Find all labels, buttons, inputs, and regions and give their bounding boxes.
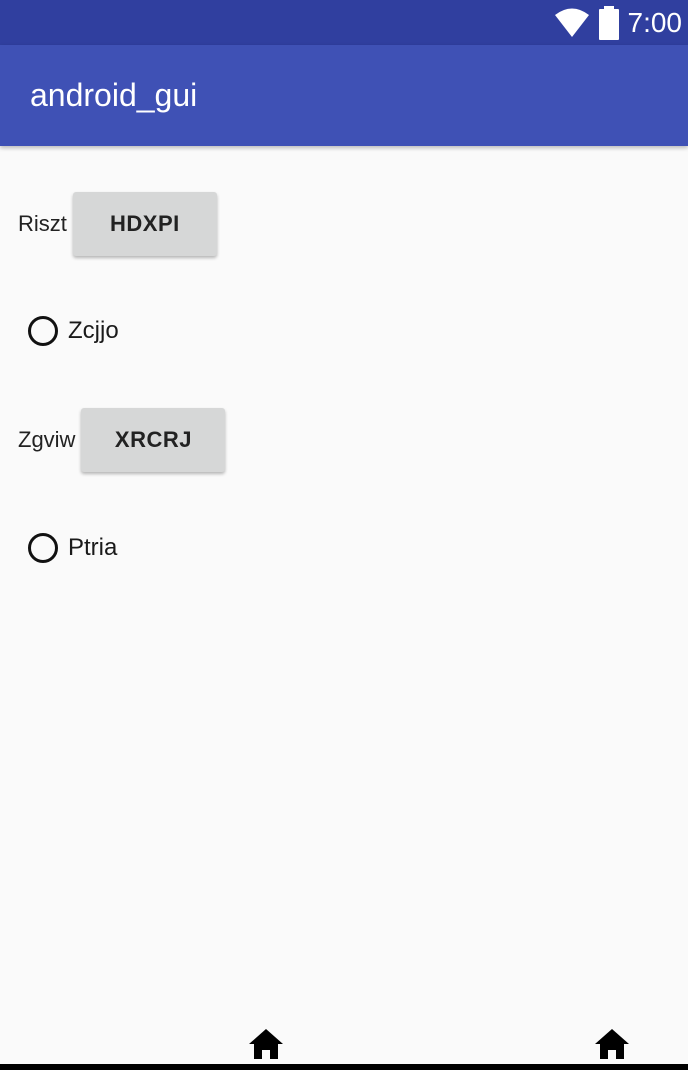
home-icon[interactable] (594, 1028, 630, 1060)
row-2-label: Zgviw (18, 427, 76, 452)
row-1: Riszt HDXPI (18, 192, 217, 256)
battery-icon (598, 5, 619, 40)
nav-bar (0, 1064, 688, 1070)
radio-label: Zcjjo (68, 317, 119, 344)
radio-circle[interactable] (28, 533, 58, 563)
radio-circle[interactable] (28, 316, 58, 346)
row-2: Zgviw XRCRJ (18, 408, 226, 472)
radio-label: Ptria (68, 534, 118, 561)
radio-zcjjo[interactable]: Zcjjo (28, 316, 119, 346)
wifi-icon (554, 8, 589, 37)
status-time: 7:00 (627, 7, 683, 38)
hdxpi-button[interactable]: HDXPI (72, 192, 217, 256)
xrcrj-button[interactable]: XRCRJ (81, 408, 226, 472)
home-icon[interactable] (248, 1028, 284, 1060)
status-icons: 7:00 (554, 0, 683, 45)
app-title: android_gui (30, 77, 198, 113)
app-bar: android_gui (0, 45, 688, 146)
row-1-label: Riszt (18, 211, 67, 236)
radio-ptria[interactable]: Ptria (28, 533, 117, 563)
status-bar: 7:00 (0, 0, 688, 45)
